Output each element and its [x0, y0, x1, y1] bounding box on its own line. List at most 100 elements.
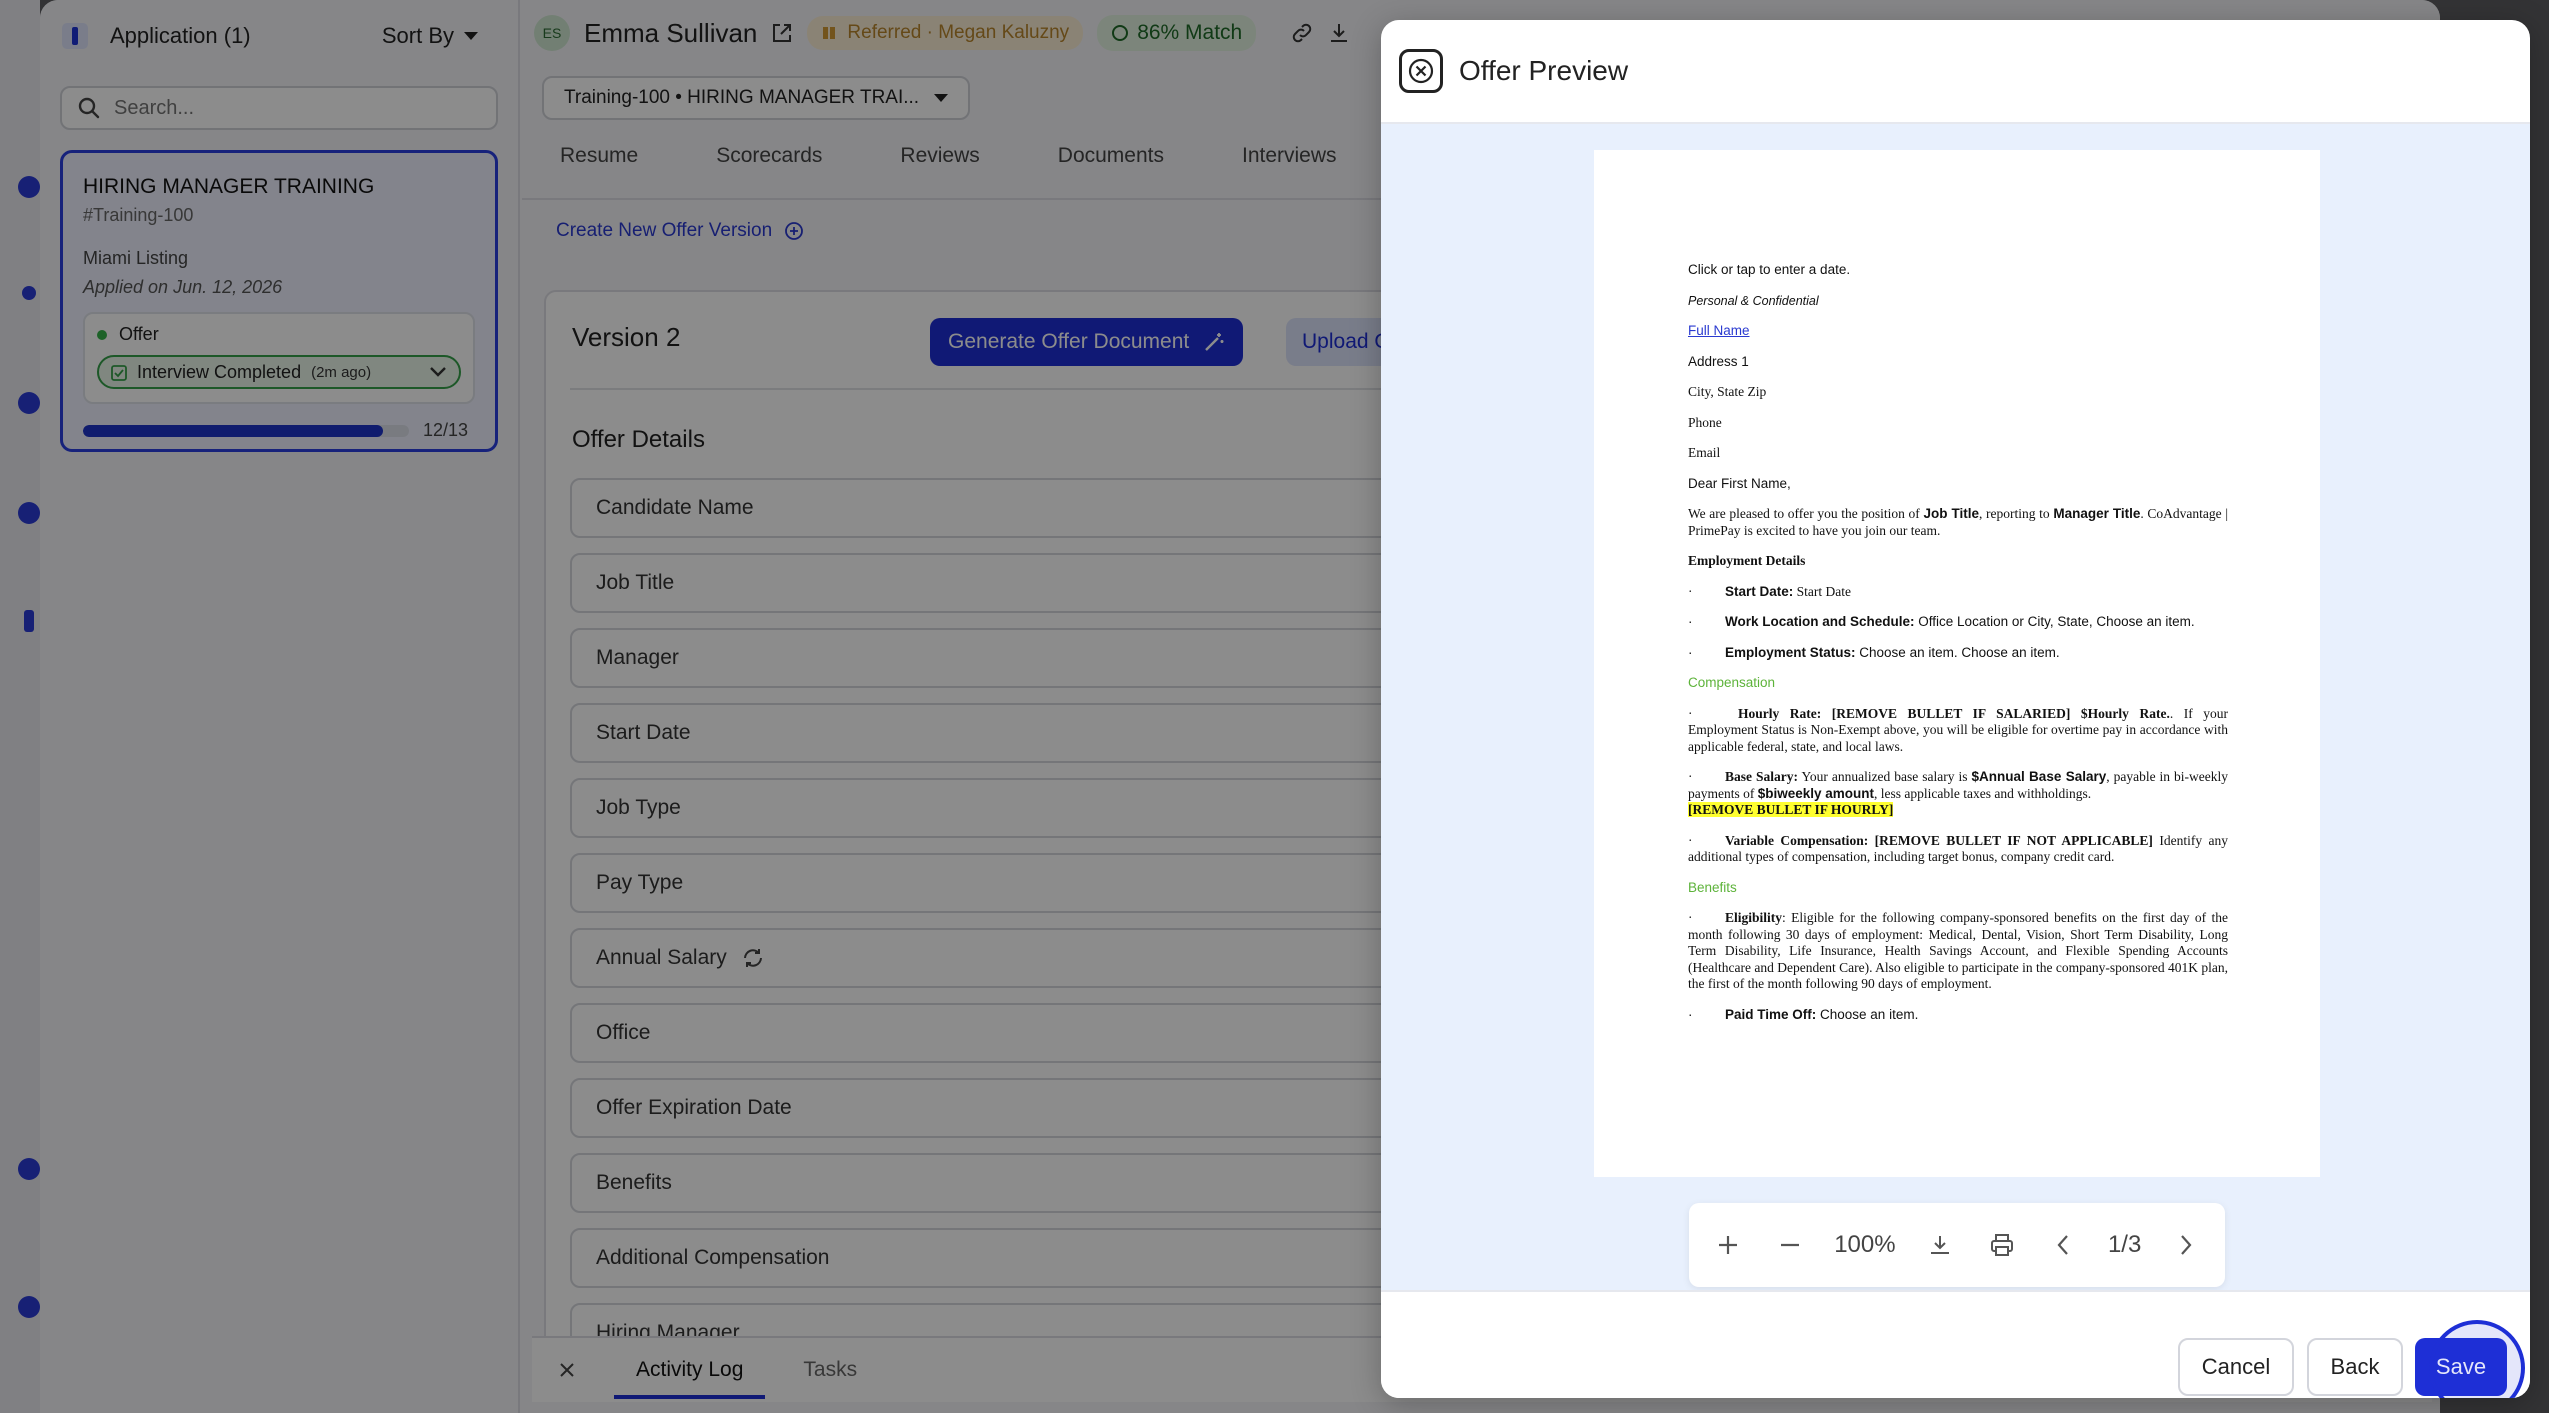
doc-eligibility: · Eligibility: Eligible for the following…	[1688, 910, 2228, 993]
viewer-toolbar: 100% 1/3	[1689, 1203, 2225, 1287]
match-text: 86% Match	[1137, 21, 1243, 44]
application-card[interactable]: HIRING MANAGER TRAINING #Training-100 Mi…	[60, 150, 498, 452]
download-icon[interactable]	[1328, 22, 1350, 44]
magic-wand-icon	[1205, 333, 1224, 351]
save-button[interactable]: Save	[2415, 1338, 2507, 1396]
stage-status-dropdown[interactable]: Interview Completed (2m ago)	[97, 355, 461, 389]
requisition-label: Training-100 • HIRING MANAGER TRAI...	[564, 87, 920, 108]
modal-title: Offer Preview	[1459, 55, 1629, 86]
doc-pto: · Paid Time Off: Choose an item.	[1688, 1007, 2228, 1024]
stage-box: Offer Interview Completed (2m ago)	[83, 312, 475, 404]
stage-label: Offer	[119, 324, 159, 344]
document-preview-area: Click or tap to enter a date. Personal &…	[1381, 124, 2530, 1290]
settings-icon[interactable]	[24, 610, 34, 632]
bullet: ·	[1688, 769, 1693, 784]
doc-variable-comp: · Variable Compensation: [REMOVE BULLET I…	[1688, 833, 2228, 866]
caret-down-icon	[934, 94, 948, 102]
modal-header: Offer Preview	[1381, 20, 2530, 124]
bullet: ·	[1688, 1006, 1693, 1022]
nav-dot-icon[interactable]	[18, 176, 40, 198]
progress-text: 12/13	[423, 420, 469, 440]
zoom-out-button[interactable]	[1773, 1228, 1807, 1262]
tab-activity-log[interactable]: Activity Log	[614, 1337, 766, 1403]
requisition-select[interactable]: Training-100 • HIRING MANAGER TRAI...	[542, 76, 970, 120]
page-indicator: 1/3	[2107, 1231, 2142, 1258]
back-button[interactable]: Back	[2307, 1338, 2403, 1396]
progress-row: 12/13	[83, 420, 475, 441]
doc-label: Eligibility	[1725, 910, 1783, 925]
doc-text: Start Date	[1793, 583, 1851, 599]
doc-biweekly-amount: $biweekly amount	[1757, 785, 1875, 801]
field-label: Job Title	[596, 571, 675, 594]
zoom-in-button[interactable]	[1711, 1228, 1745, 1262]
bullet: ·	[1688, 910, 1693, 925]
tab-interviews[interactable]: Interviews	[1242, 144, 1337, 198]
prev-page-button[interactable]	[2046, 1228, 2080, 1262]
doc-date[interactable]: Click or tap to enter a date.	[1688, 262, 2228, 279]
chevron-down-icon	[430, 367, 446, 377]
search-box[interactable]	[60, 86, 498, 130]
doc-label: Paid Time Off:	[1725, 1006, 1817, 1022]
tab-scorecards[interactable]: Scorecards	[716, 144, 822, 198]
card-title: HIRING MANAGER TRAINING	[83, 175, 375, 198]
save-label: Save	[2435, 1354, 2487, 1379]
bullet: ·	[1688, 705, 1693, 721]
referred-badge: Referred · Megan Kaluzny	[807, 16, 1084, 50]
avatar: ES	[534, 15, 570, 51]
app-logo-icon	[62, 23, 88, 49]
tab-resume[interactable]: Resume	[560, 144, 638, 198]
close-icon[interactable]	[558, 1361, 576, 1379]
field-label: Candidate Name	[596, 496, 754, 519]
field-label: Offer Expiration Date	[596, 1096, 792, 1119]
nav-dot-icon[interactable]	[22, 286, 36, 300]
doc-start-date: · Start Date: Start Date	[1688, 584, 2228, 601]
download-button[interactable]	[1923, 1228, 1957, 1262]
doc-address: Address 1	[1688, 353, 1749, 369]
doc-benefits-heading: Benefits	[1688, 879, 1737, 895]
external-link-icon[interactable]	[771, 22, 793, 44]
search-icon	[78, 97, 100, 119]
next-page-button[interactable]	[2169, 1228, 2203, 1262]
stage-status-ago: (2m ago)	[311, 363, 372, 381]
tab-documents[interactable]: Documents	[1058, 144, 1164, 198]
doc-label: Hourly Rate: [REMOVE BULLET IF SALARIED]…	[1738, 705, 2170, 721]
calendar-check-icon	[111, 365, 127, 381]
progress-bar	[83, 424, 409, 437]
doc-text: , less applicable taxes and withholdings…	[1874, 785, 2092, 801]
applications-column: Application (1) Sort By HIRING MANAGER T…	[40, 0, 520, 1413]
stage-status-label: Interview Completed	[137, 361, 302, 382]
doc-work-location: · Work Location and Schedule: Office Loca…	[1688, 614, 2228, 631]
refresh-icon[interactable]	[741, 946, 765, 970]
doc-job-title: Job Title	[1923, 506, 1980, 521]
user-icon[interactable]	[18, 502, 40, 524]
close-circle-icon	[1408, 58, 1434, 84]
close-button[interactable]	[1399, 49, 1443, 93]
tab-tasks[interactable]: Tasks	[803, 1358, 857, 1382]
doc-base-salary: · Base Salary: Your annualized base salar…	[1688, 769, 2228, 819]
cancel-button[interactable]: Cancel	[2178, 1338, 2294, 1396]
card-location: Miami Listing	[83, 248, 189, 268]
link-icon[interactable]	[1290, 21, 1314, 45]
tab-reviews[interactable]: Reviews	[900, 144, 979, 198]
doc-full-name[interactable]: Full Name	[1688, 323, 1750, 338]
version-title: Version 2	[572, 322, 681, 352]
search-input[interactable]	[114, 96, 474, 120]
doc-text: We are pleased to offer you the position…	[1688, 506, 1924, 521]
field-label: Additional Compensation	[596, 1246, 830, 1269]
doc-employment-details-heading: Employment Details	[1688, 553, 1806, 568]
bullet: ·	[1688, 614, 1693, 629]
doc-employment-status: · Employment Status: Choose an item. Choo…	[1688, 645, 2228, 662]
field-label: Start Date	[596, 721, 691, 744]
print-button[interactable]	[1985, 1228, 2019, 1262]
profile-icon[interactable]	[18, 1296, 40, 1318]
generate-offer-button[interactable]: Generate Offer Document	[930, 318, 1244, 366]
nav-dot-icon[interactable]	[18, 392, 40, 414]
chevron-left-icon	[2057, 1235, 2069, 1255]
sort-by-button[interactable]: Sort By	[382, 23, 478, 49]
document-page: Click or tap to enter a date. Personal &…	[1594, 150, 2320, 1177]
match-badge: 86% Match	[1097, 15, 1257, 51]
offer-details-title: Offer Details	[572, 426, 705, 453]
progress-fill	[83, 424, 383, 437]
doc-label: Start Date:	[1725, 583, 1794, 599]
add-icon[interactable]	[18, 1158, 40, 1180]
